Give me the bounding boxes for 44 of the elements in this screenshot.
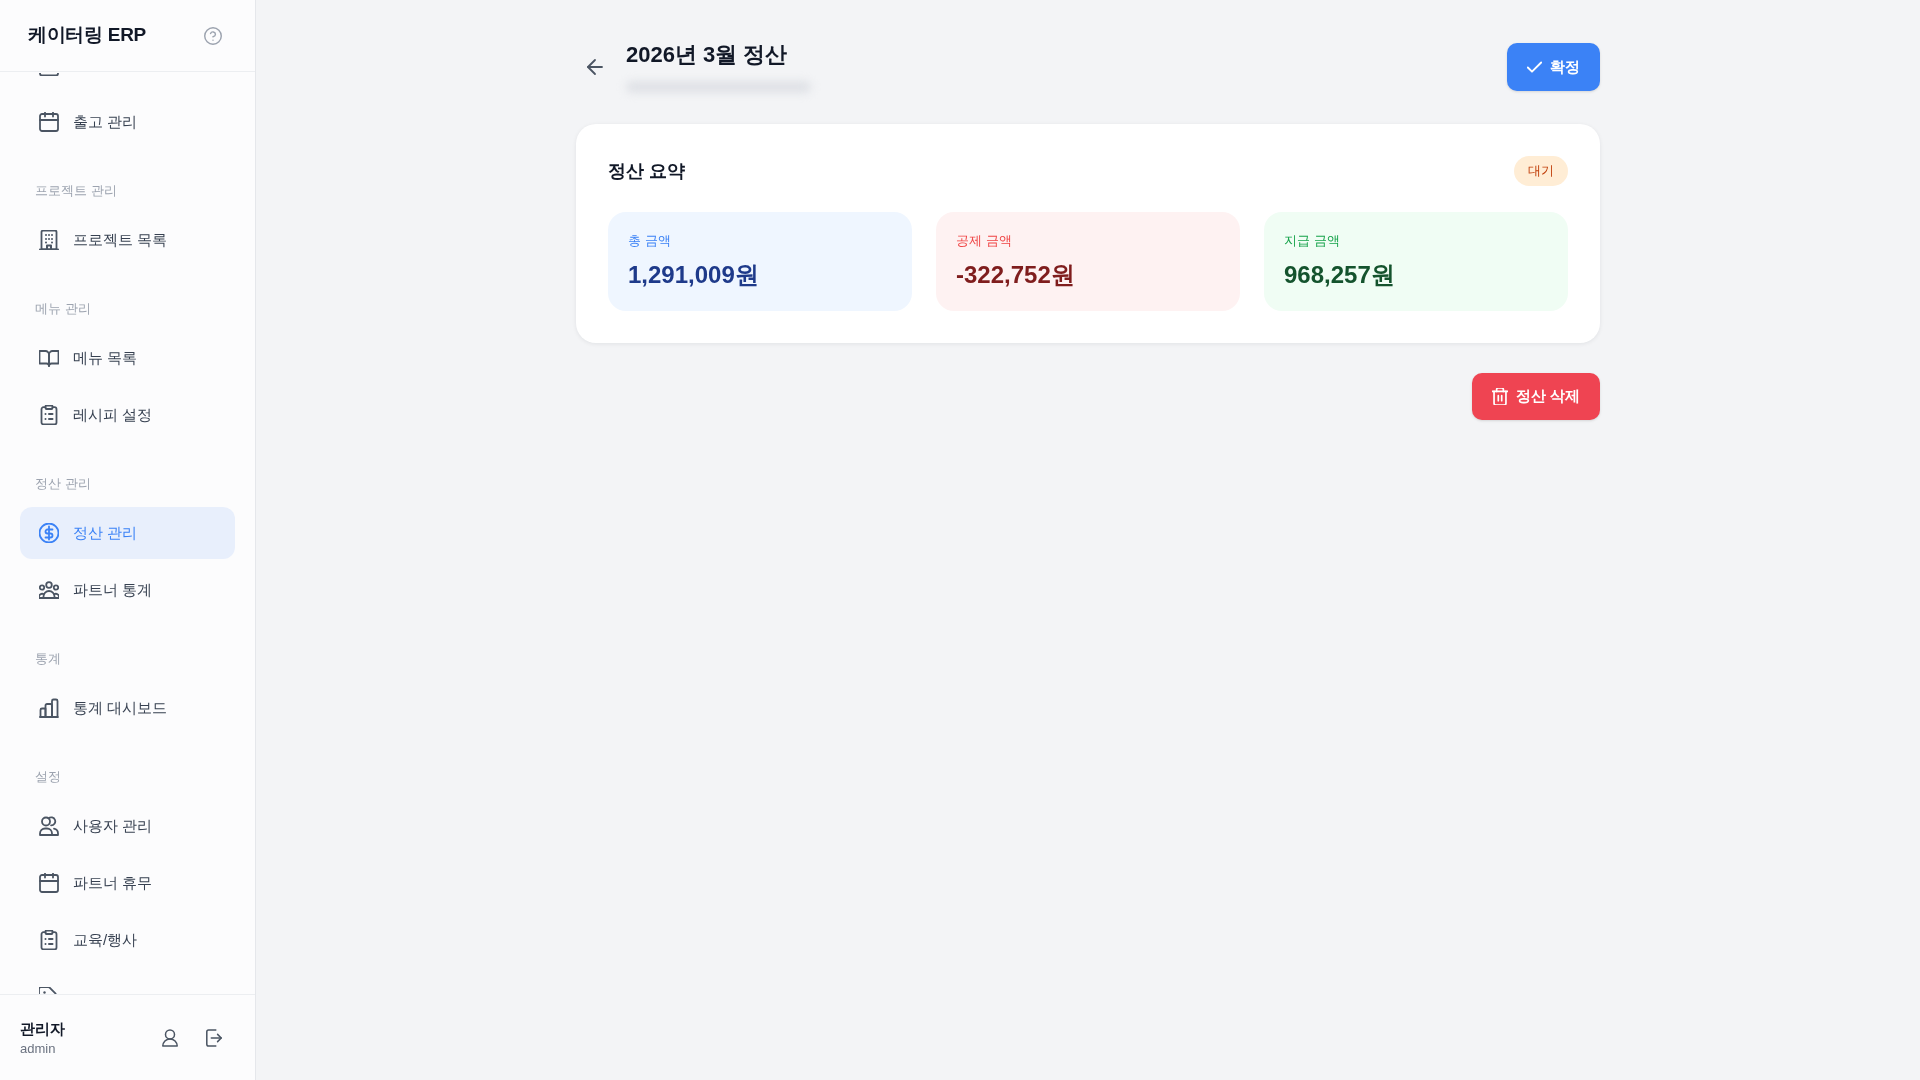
section-heading: 메뉴 관리	[34, 300, 92, 318]
amount-label: 지급 금액	[1284, 232, 1341, 250]
delete-button[interactable]: 정산 삭제	[1471, 373, 1600, 420]
section-heading: 정산 관리	[34, 475, 92, 493]
clipboard-icon	[39, 405, 59, 425]
page-title: 2026년 3월 정산	[626, 41, 789, 69]
bar-chart-icon	[39, 698, 59, 718]
nav-item[interactable]: 출고 관리	[20, 96, 235, 148]
user-name: 관리자	[20, 1018, 65, 1039]
nav-item[interactable]: 프로젝트 목록	[20, 214, 235, 266]
calendar-icon	[39, 873, 59, 893]
status-badge: 대기	[1514, 156, 1568, 186]
amount-value: 968,257원	[1284, 260, 1396, 290]
nav-item[interactable]: 통계 대시보드	[20, 682, 235, 734]
people-group-icon	[39, 580, 59, 600]
clipboard-icon	[39, 930, 59, 950]
check-icon	[1527, 59, 1542, 75]
amount-value: -322,752원	[956, 260, 1076, 290]
nav-item[interactable]: 파트너 휴무	[20, 857, 235, 909]
tag-fragment-icon	[39, 987, 59, 994]
nav-item[interactable]: 레시피 설정	[20, 389, 235, 441]
logout-icon	[205, 1028, 223, 1047]
username: admin	[20, 1039, 57, 1058]
nav-item[interactable]: 파트너 통계	[20, 564, 235, 616]
help-icon	[204, 26, 222, 45]
nav-item[interactable]: 교육/행사	[20, 914, 235, 966]
app-title: 케이터링 ERP	[28, 23, 146, 48]
nav-item[interactable]: 메뉴 목록	[20, 332, 235, 384]
section-heading: 설정	[34, 768, 62, 786]
user-icon	[161, 1028, 179, 1047]
building-icon	[39, 230, 59, 250]
calendar-icon	[39, 112, 59, 132]
amount-label: 공제 금액	[956, 232, 1013, 250]
users-icon	[39, 816, 59, 836]
book-icon	[39, 348, 59, 368]
card-title: 정산 요약	[608, 159, 685, 183]
section-heading: 프로젝트 관리	[34, 182, 118, 200]
trash-icon	[1491, 388, 1508, 405]
calendar-fragment-icon	[39, 73, 59, 76]
amount-label: 총 금액	[628, 232, 672, 250]
nav-item[interactable]: 사용자 관리	[20, 800, 235, 852]
amount-value: 1,291,009원	[628, 260, 760, 290]
section-heading: 통계	[34, 650, 62, 668]
confirm-button[interactable]: 확정	[1507, 43, 1600, 91]
